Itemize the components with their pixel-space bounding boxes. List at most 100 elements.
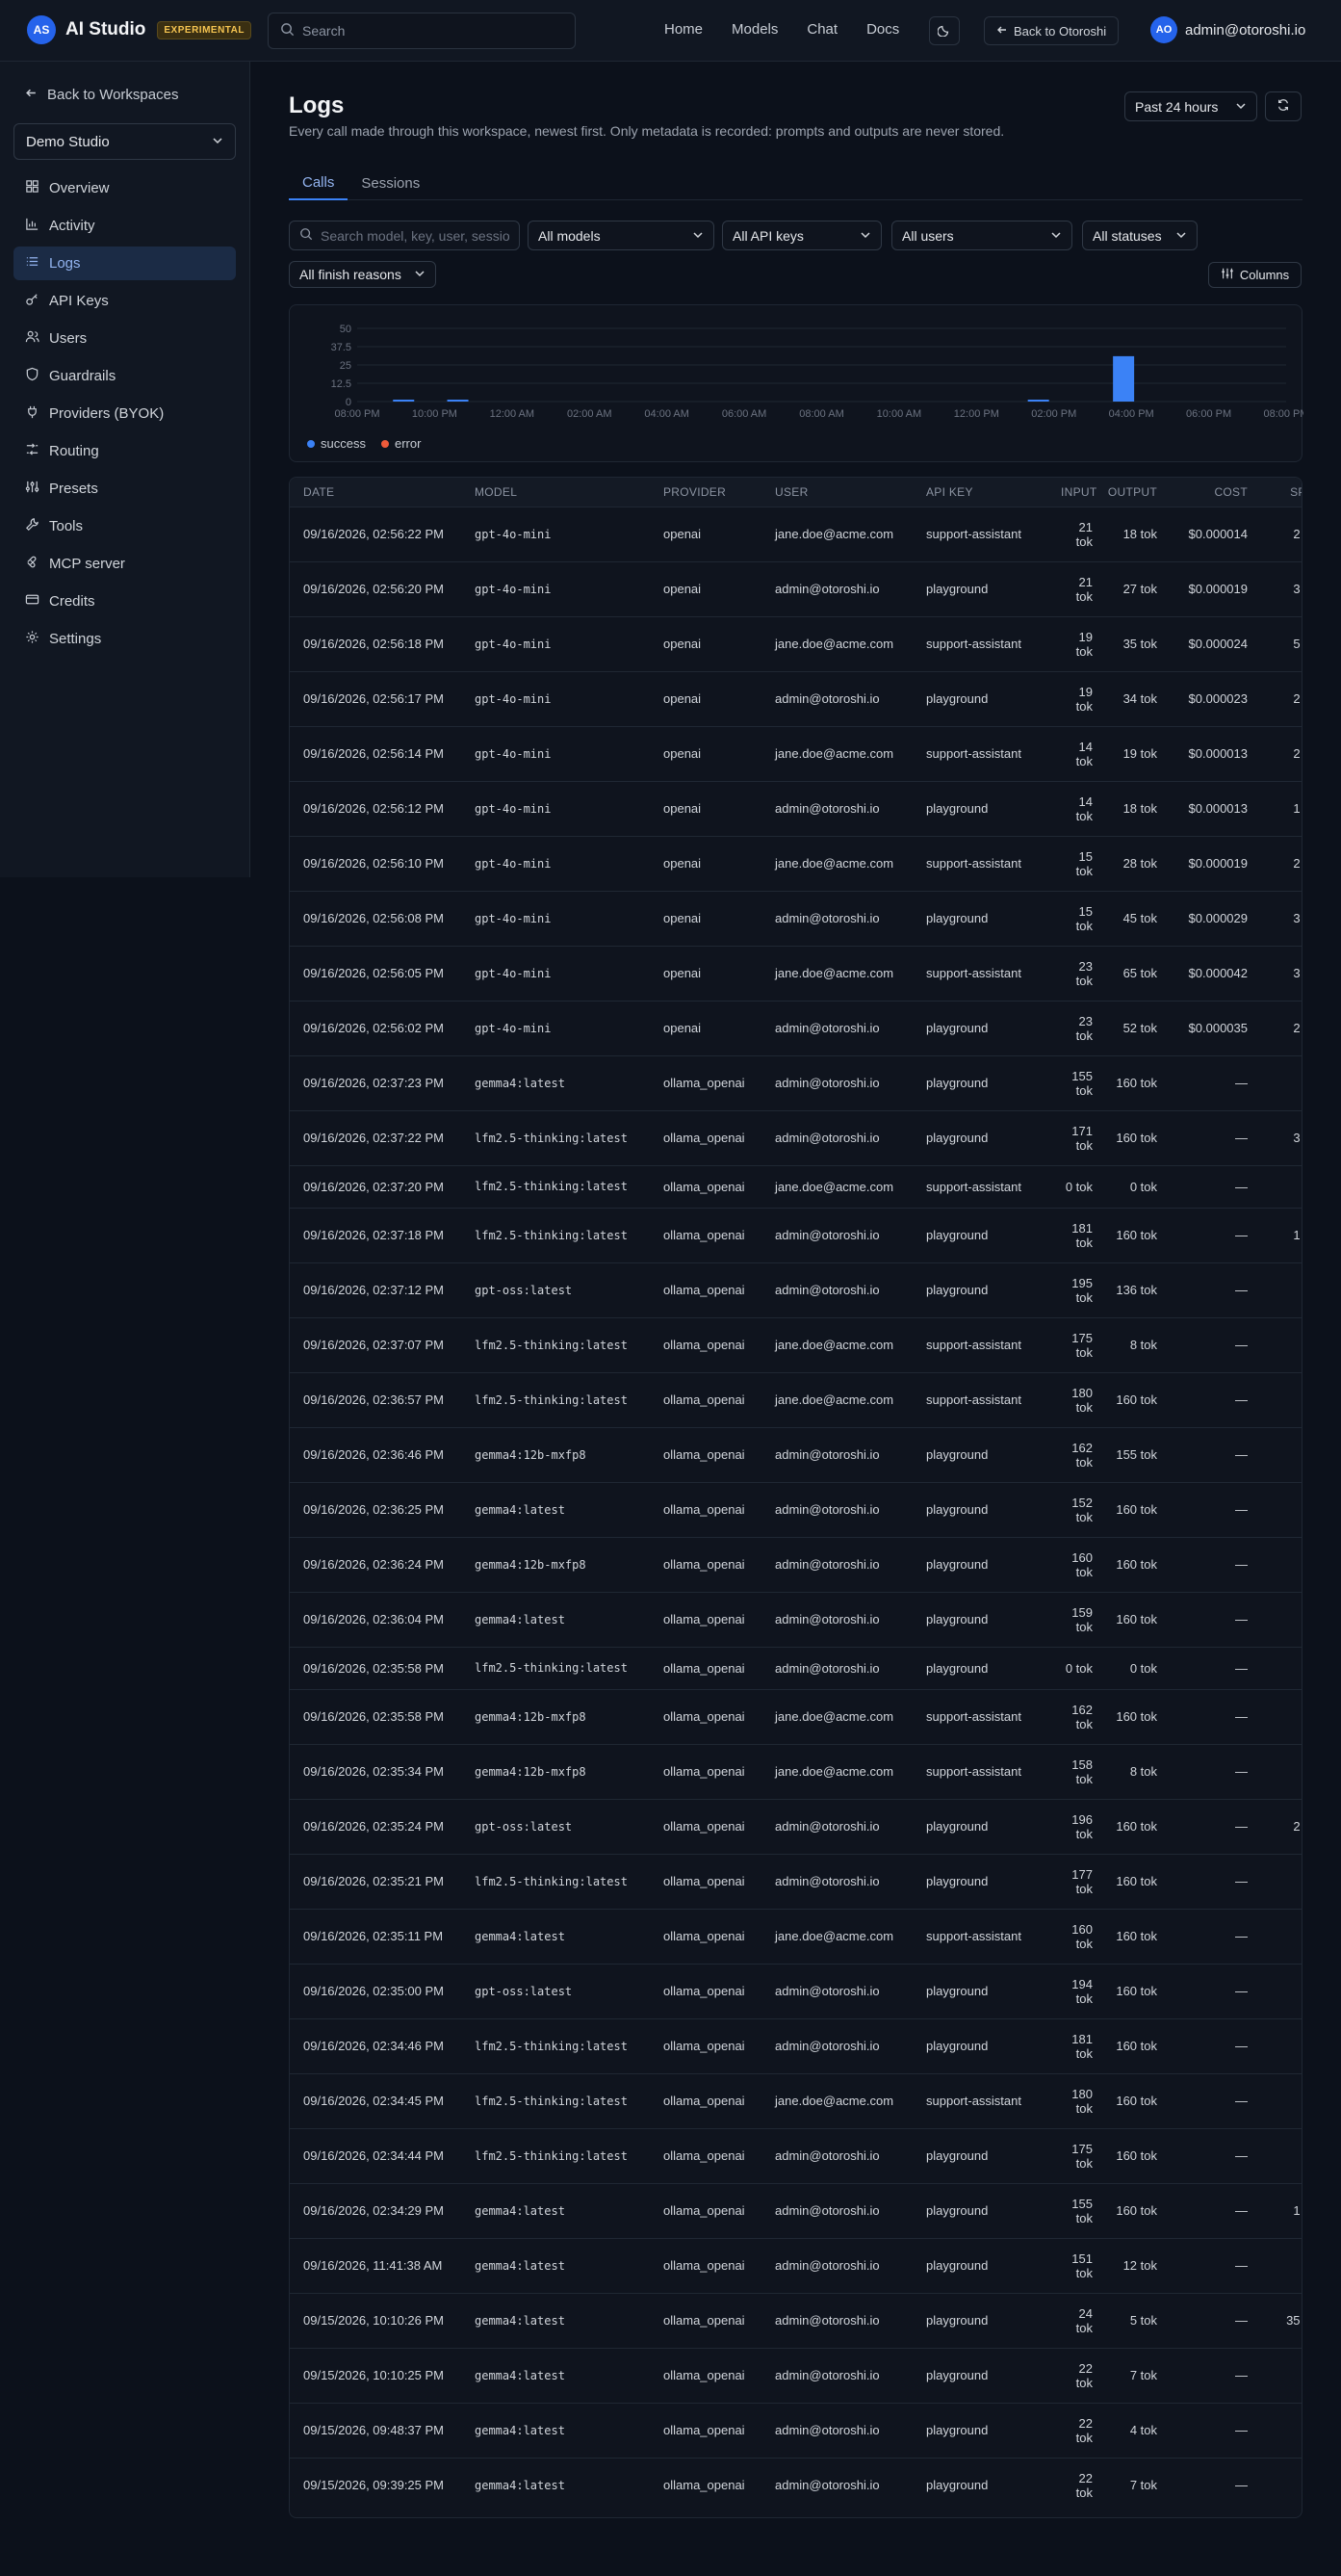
chart-bar-success[interactable]	[393, 400, 415, 402]
table-row[interactable]: 09/16/2026, 02:56:12 PM gpt-4o-mini openai…	[290, 781, 1302, 836]
col-model[interactable]: MODEL	[469, 478, 658, 507]
table-row[interactable]: 09/16/2026, 02:56:14 PM gpt-4o-mini openai…	[290, 726, 1302, 781]
table-row[interactable]: 09/16/2026, 02:35:58 PM gemma4:12b-mxfp8 o…	[290, 1689, 1302, 1744]
nav-docs[interactable]: Docs	[866, 21, 899, 38]
table-row[interactable]: 09/16/2026, 02:35:00 PM gpt-oss:latest oll…	[290, 1964, 1302, 2018]
cell-cost: —	[1235, 1131, 1248, 1145]
sidebar-item-providers[interactable]: Providers (BYOK)	[13, 397, 236, 430]
cell-model: gpt-oss:latest	[475, 1984, 573, 1998]
cell-user: admin@otoroshi.io	[775, 2368, 880, 2382]
sidebar-item-mcp-server[interactable]: MCP server	[13, 547, 236, 581]
theme-toggle-button[interactable]	[929, 16, 960, 45]
sidebar-item-logs[interactable]: Logs	[13, 247, 236, 280]
table-row[interactable]: 09/16/2026, 02:37:12 PM gpt-oss:latest oll…	[290, 1262, 1302, 1317]
table-row[interactable]: 09/16/2026, 02:35:21 PM lfm2.5-thinking:l…	[290, 1854, 1302, 1909]
table-row[interactable]: 09/16/2026, 02:35:11 PM gemma4:latest olla…	[290, 1909, 1302, 1964]
user-filter[interactable]: All users	[891, 221, 1072, 250]
finish-reason-filter[interactable]: All finish reasons	[289, 261, 436, 288]
time-range-select[interactable]: Past 24 hours	[1124, 91, 1257, 121]
workspace-select[interactable]: Demo Studio	[13, 123, 236, 160]
sidebar-item-credits[interactable]: Credits	[13, 585, 236, 618]
table-row[interactable]: 09/16/2026, 11:41:38 AM gemma4:latest olla…	[290, 2238, 1302, 2293]
cell-speed: to	[1253, 1482, 1302, 1537]
cell-input: 0 tok	[1065, 1660, 1093, 1676]
refresh-button[interactable]	[1265, 91, 1302, 121]
status-filter[interactable]: All statuses	[1082, 221, 1198, 250]
back-to-otoroshi-button[interactable]: Back to Otoroshi	[984, 16, 1120, 45]
sidebar-item-guardrails[interactable]: Guardrails	[13, 359, 236, 393]
model-filter[interactable]: All models	[528, 221, 714, 250]
cell-provider: openai	[663, 911, 702, 925]
nav-models[interactable]: Models	[732, 21, 778, 38]
search-input[interactable]	[302, 23, 553, 39]
table-row[interactable]: 09/16/2026, 02:37:07 PM lfm2.5-thinking:l…	[290, 1317, 1302, 1372]
table-row[interactable]: 09/16/2026, 02:56:20 PM gpt-4o-mini openai…	[290, 561, 1302, 616]
table-row[interactable]: 09/16/2026, 02:36:04 PM gemma4:latest olla…	[290, 1592, 1302, 1647]
cell-speed: to	[1253, 2238, 1302, 2293]
table-row[interactable]: 09/16/2026, 02:34:46 PM lfm2.5-thinking:l…	[290, 2018, 1302, 2073]
table-row[interactable]: 09/15/2026, 10:10:25 PM gemma4:latest olla…	[290, 2348, 1302, 2403]
table-row[interactable]: 09/16/2026, 02:56:22 PM gpt-4o-mini openai…	[290, 507, 1302, 561]
table-row[interactable]: 09/16/2026, 02:34:44 PM lfm2.5-thinking:l…	[290, 2128, 1302, 2183]
log-search[interactable]	[289, 221, 520, 250]
sidebar-item-overview[interactable]: Overview	[13, 171, 236, 205]
table-row[interactable]: 09/16/2026, 02:37:23 PM gemma4:latest olla…	[290, 1055, 1302, 1110]
table-row[interactable]: 09/16/2026, 02:36:57 PM lfm2.5-thinking:l…	[290, 1372, 1302, 1427]
table-row[interactable]: 09/16/2026, 02:35:34 PM gemma4:12b-mxfp8 o…	[290, 1744, 1302, 1799]
cell-model: lfm2.5-thinking:latest	[475, 2148, 628, 2163]
col-output[interactable]: OUTPUT	[1098, 478, 1163, 507]
table-row[interactable]: 09/15/2026, 09:39:25 PM gemma4:latest olla…	[290, 2458, 1302, 2512]
table-row[interactable]: 09/16/2026, 02:56:18 PM gpt-4o-mini openai…	[290, 616, 1302, 671]
table-row[interactable]: 09/16/2026, 02:56:08 PM gpt-4o-mini openai…	[290, 891, 1302, 946]
table-row[interactable]: 09/16/2026, 02:56:02 PM gpt-4o-mini openai…	[290, 1001, 1302, 1055]
cell-model: gemma4:latest	[475, 2423, 565, 2437]
table-row[interactable]: 09/16/2026, 02:56:17 PM gpt-4o-mini openai…	[290, 671, 1302, 726]
col-api-key[interactable]: API KEY	[920, 478, 1055, 507]
cell-user: admin@otoroshi.io	[775, 2148, 880, 2163]
sidebar-item-users[interactable]: Users	[13, 322, 236, 355]
table-row[interactable]: 09/16/2026, 02:36:46 PM gemma4:12b-mxfp8 o…	[290, 1427, 1302, 1482]
cell-provider: openai	[663, 582, 702, 596]
chart-bar-success[interactable]	[447, 400, 469, 402]
table-row[interactable]: 09/16/2026, 02:37:18 PM lfm2.5-thinking:l…	[290, 1208, 1302, 1262]
col-cost[interactable]: COST	[1163, 478, 1253, 507]
sidebar-item-api-keys[interactable]: API Keys	[13, 284, 236, 318]
nav-chat[interactable]: Chat	[807, 21, 838, 38]
tab-calls[interactable]: Calls	[289, 166, 348, 200]
page-subtitle: Every call made through this workspace, …	[289, 123, 1005, 139]
cell-api-key: support-assistant	[926, 637, 1021, 651]
table-row[interactable]: 09/15/2026, 10:10:26 PM gemma4:latest olla…	[290, 2293, 1302, 2348]
sidebar-item-settings[interactable]: Settings	[13, 622, 236, 656]
sidebar-item-tools[interactable]: Tools	[13, 509, 236, 543]
nav-home[interactable]: Home	[664, 21, 703, 38]
log-search-input[interactable]	[321, 227, 509, 244]
chart-bar-success[interactable]	[1113, 355, 1135, 402]
table-row[interactable]: 09/16/2026, 02:37:22 PM lfm2.5-thinking:l…	[290, 1110, 1302, 1165]
table-row[interactable]: 09/16/2026, 02:35:58 PM lfm2.5-thinking:l…	[290, 1647, 1302, 1689]
table-row[interactable]: 09/16/2026, 02:37:20 PM lfm2.5-thinking:l…	[290, 1165, 1302, 1208]
global-search[interactable]	[268, 13, 576, 49]
col-user[interactable]: USER	[769, 478, 920, 507]
col-date[interactable]: DATE	[290, 478, 469, 507]
table-row[interactable]: 09/16/2026, 02:36:24 PM gemma4:12b-mxfp8 o…	[290, 1537, 1302, 1592]
api-key-filter[interactable]: All API keys	[722, 221, 882, 250]
col-input[interactable]: INPUT	[1055, 478, 1098, 507]
chart-bar-success[interactable]	[1027, 400, 1049, 402]
table-row[interactable]: 09/16/2026, 02:34:29 PM gemma4:latest olla…	[290, 2183, 1302, 2238]
table-row[interactable]: 09/16/2026, 02:34:45 PM lfm2.5-thinking:l…	[290, 2073, 1302, 2128]
sidebar-item-activity[interactable]: Activity	[13, 209, 236, 243]
col-provider[interactable]: PROVIDER	[658, 478, 769, 507]
tab-sessions[interactable]: Sessions	[348, 166, 433, 200]
table-row[interactable]: 09/16/2026, 02:56:10 PM gpt-4o-mini openai…	[290, 836, 1302, 891]
sidebar-item-presets[interactable]: Presets	[13, 472, 236, 506]
back-to-workspaces-link[interactable]: Back to Workspaces	[25, 87, 178, 103]
user-menu[interactable]: AO admin@otoroshi.io	[1150, 16, 1305, 43]
col-speed[interactable]: SPE	[1253, 478, 1302, 507]
table-row[interactable]: 09/16/2026, 02:35:24 PM gpt-oss:latest oll…	[290, 1799, 1302, 1854]
table-row[interactable]: 09/15/2026, 09:48:37 PM gemma4:latest olla…	[290, 2403, 1302, 2458]
sidebar-item-routing[interactable]: Routing	[13, 434, 236, 468]
columns-button[interactable]: Columns	[1208, 262, 1302, 288]
table-row[interactable]: 09/16/2026, 02:56:05 PM gpt-4o-mini openai…	[290, 946, 1302, 1001]
table-row[interactable]: 09/16/2026, 02:36:25 PM gemma4:latest olla…	[290, 1482, 1302, 1537]
brand[interactable]: AS AI Studio EXPERIMENTAL	[27, 15, 251, 44]
